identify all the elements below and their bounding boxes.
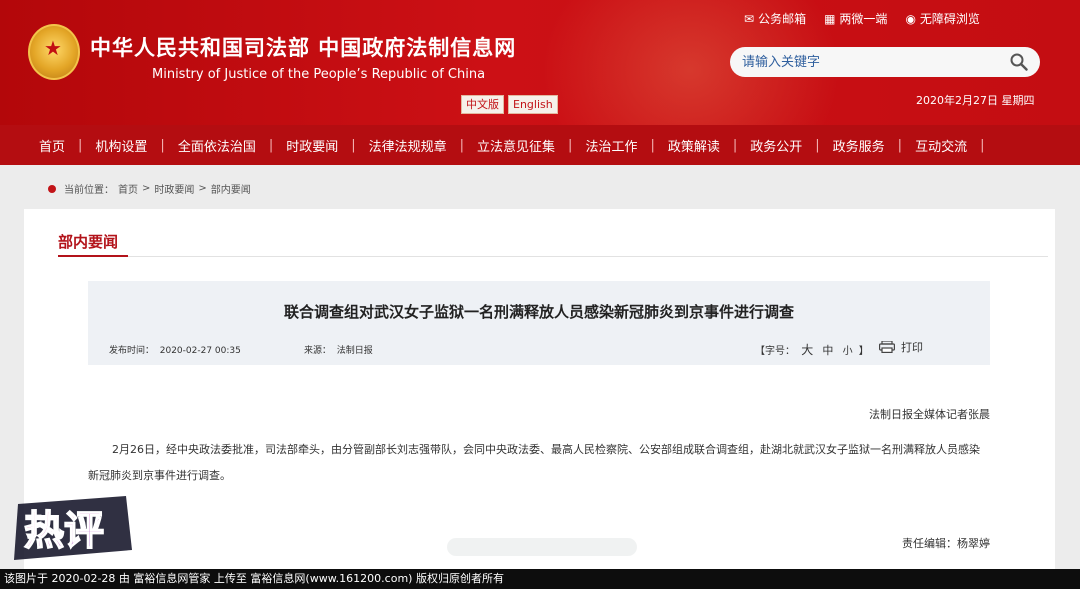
font-size-close: 】 (858, 346, 869, 357)
faded-watermark (447, 538, 637, 556)
section-title: 部内要闻 (58, 233, 119, 251)
publish-time: 发布时间： 2020-02-27 00:35 (109, 343, 241, 356)
reporter-byline: 法制日报全媒体记者张晨 (869, 408, 990, 421)
nav-item-laws[interactable]: 法律法规规章 (356, 136, 460, 155)
accessibility-link[interactable]: ◉ 无障碍浏览 (905, 10, 980, 27)
print-button[interactable]: 打印 (879, 339, 923, 355)
publish-time-label: 发布时间： (109, 346, 155, 356)
breadcrumb-prefix: 当前位置： (64, 185, 114, 196)
font-size-label: 【字号： (755, 346, 795, 357)
breadcrumb: 当前位置： 首页 > 时政要闻 > 部内要闻 (48, 181, 251, 196)
print-label: 打印 (901, 341, 923, 354)
hot-comment-text: 热评 (24, 508, 104, 554)
font-size-small[interactable]: 小 (843, 346, 853, 357)
nav-item-government-affairs[interactable]: 政务公开 (737, 136, 815, 155)
nav-item-services[interactable]: 政务服务 (820, 136, 898, 155)
main-nav: 首页 | 机构设置 | 全面依法治国 | 时政要闻 | 法律法规规章 | 立法意见征集 | … (0, 125, 1080, 165)
grid-icon: ▦ (824, 12, 836, 26)
breadcrumb-separator: > (142, 183, 151, 194)
breadcrumb-separator: > (198, 183, 207, 194)
source-value: 法制日报 (336, 346, 373, 356)
font-size-large[interactable]: 大 (801, 343, 813, 357)
top-links: ✉ 公务邮箱 ▦ 两微一端 ◉ 无障碍浏览 (744, 10, 980, 27)
nav-item-rule-of-law[interactable]: 全面依法治国 (165, 136, 269, 155)
nav-item-interaction[interactable]: 互动交流 (902, 136, 980, 155)
article-source: 来源： 法制日报 (304, 343, 373, 356)
article-title: 联合调查组对武汉女子监狱一名刑满释放人员感染新冠肺炎到京事件进行调查 (283, 303, 794, 321)
article-header: 联合调查组对武汉女子监狱一名刑满释放人员感染新冠肺炎到京事件进行调查 发布时间：… (88, 281, 990, 365)
nav-item-legislation-opinions[interactable]: 立法意见征集 (464, 136, 568, 155)
nav-item-home[interactable]: 首页 (26, 136, 78, 155)
breadcrumb-ministry-news[interactable]: 部内要闻 (211, 181, 251, 196)
breadcrumb-news[interactable]: 时政要闻 (154, 181, 194, 196)
nav-divider: | (980, 137, 985, 153)
mail-icon: ✉ (744, 12, 755, 26)
publish-time-value: 2020-02-27 00:35 (159, 346, 241, 356)
nav-item-legal-work[interactable]: 法治工作 (572, 136, 650, 155)
site-title: 中华人民共和国司法部 中国政府法制信息网 (90, 35, 517, 60)
hot-comment-logo: 热评 (14, 496, 132, 560)
nav-item-organization[interactable]: 机构设置 (82, 136, 160, 155)
national-emblem-icon (28, 24, 80, 80)
search-icon[interactable] (1010, 53, 1028, 71)
nav-item-policy[interactable]: 政策解读 (655, 136, 733, 155)
site-subtitle: Ministry of Justice of the People’s Repu… (152, 67, 486, 82)
breadcrumb-home[interactable]: 首页 (118, 181, 138, 196)
printer-icon (879, 341, 895, 353)
search-box (730, 47, 1040, 77)
lang-english-button[interactable]: English (508, 95, 558, 114)
eye-icon: ◉ (905, 12, 916, 26)
font-size-selector: 【字号： 大 中 小 】 (755, 341, 869, 358)
source-label: 来源： (304, 346, 332, 356)
weibo-wechat-link[interactable]: ▦ 两微一端 (824, 10, 887, 27)
current-date: 2020年2月27日 星期四 (916, 94, 1035, 107)
font-size-medium[interactable]: 中 (822, 344, 833, 357)
watermark-bar: 该图片于 2020-02-28 由 富裕信息网管家 上传至 富裕信息网(www.… (0, 569, 1080, 589)
site-header: 中华人民共和国司法部 中国政府法制信息网 Ministry of Justice… (0, 0, 1080, 125)
content-card (24, 209, 1055, 589)
mail-link[interactable]: ✉ 公务邮箱 (744, 10, 806, 27)
lang-chinese-button[interactable]: 中文版 (461, 95, 504, 114)
responsible-editor: 责任编辑：杨翠婷 (902, 537, 990, 550)
section-divider (128, 256, 1048, 257)
section-title-underline (58, 255, 128, 257)
location-icon (48, 184, 56, 193)
nav-item-news[interactable]: 时政要闻 (273, 136, 351, 155)
article-body: 2月26日，经中央政法委批准，司法部牵头，由分管副部长刘志强带队，会同中央政法委… (88, 443, 980, 482)
search-input[interactable] (742, 53, 992, 71)
